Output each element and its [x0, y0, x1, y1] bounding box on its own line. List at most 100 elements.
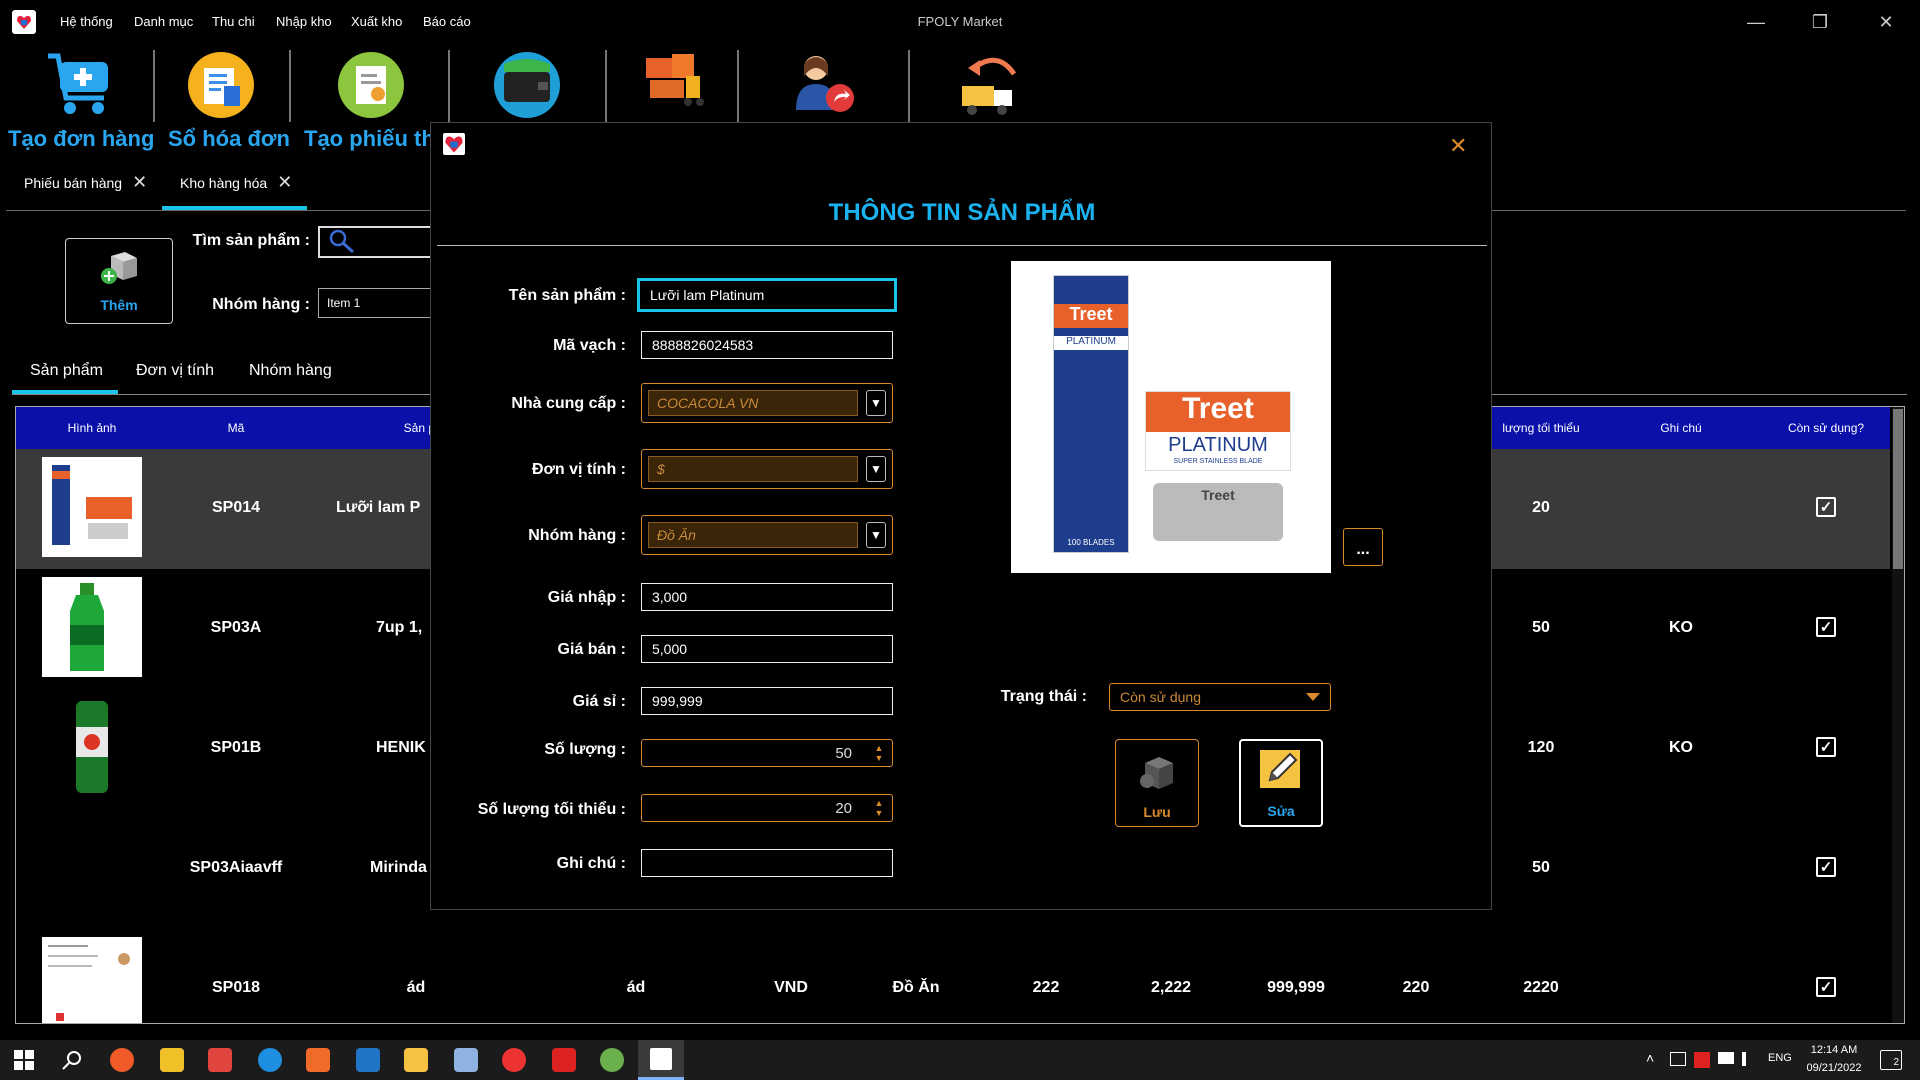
tray-icon[interactable] [1670, 1052, 1686, 1066]
chevron-up-icon[interactable]: ˄ [1646, 1050, 1654, 1066]
menu-thu-chi[interactable]: Thu chi [212, 14, 255, 29]
min-qty-label: Số lượng tối thiểu : [477, 801, 626, 818]
edit-button[interactable]: Sửa [1239, 739, 1323, 827]
active-checkbox[interactable]: ✓ [1816, 977, 1836, 997]
product-thumbnail [42, 937, 142, 1023]
tab-kho-hang-hoa[interactable]: Kho hàng hóa ✕ [180, 172, 292, 193]
active-checkbox[interactable]: ✓ [1816, 497, 1836, 517]
cell-min-qty: 2220 [1523, 979, 1559, 996]
language-indicator[interactable]: ENG [1768, 1052, 1792, 1064]
clock-date[interactable]: 09/21/2022 [1800, 1062, 1868, 1074]
barcode-input[interactable]: 8888826024583 [641, 331, 893, 359]
toolbar-separator [289, 50, 291, 122]
qty-stepper[interactable]: 50 ▲ ▼ [641, 739, 893, 767]
cell-name: ád [406, 979, 426, 996]
close-window-button[interactable]: ✕ [1866, 8, 1906, 36]
tab-san-pham[interactable]: Sản phẩm [30, 362, 103, 380]
brand-text: Treet [1146, 392, 1290, 432]
cell-code: SP01B [210, 739, 262, 756]
tab-don-vi-tinh[interactable]: Đơn vị tính [136, 362, 214, 380]
toolbar-return[interactable] [958, 52, 1024, 118]
toolbar-create-order[interactable]: Tạo đơn hàng [6, 50, 154, 151]
menu-nhap-kho[interactable]: Nhập kho [276, 14, 332, 29]
cell-min-qty: 20 [1532, 499, 1550, 516]
scrollbar-thumb[interactable] [1893, 409, 1903, 569]
chevron-down-icon[interactable]: ▼ [866, 522, 886, 548]
volume-icon[interactable] [1742, 1052, 1758, 1066]
status-select[interactable]: Còn sử dụng [1109, 683, 1331, 711]
menu-he-thong[interactable]: Hệ thống [60, 14, 113, 29]
add-product-button[interactable]: Thêm [65, 238, 173, 324]
tab-close-icon[interactable]: ✕ [277, 172, 292, 193]
battery-icon[interactable] [1718, 1052, 1734, 1064]
restore-button[interactable]: ❐ [1800, 8, 1840, 36]
toolbar-warehouse[interactable] [640, 50, 710, 110]
toolbar-invoice-book[interactable]: Sổ hóa đơn [166, 50, 290, 151]
toolbar-label: Sổ hóa đơn [168, 126, 290, 151]
search-input[interactable] [318, 226, 448, 258]
chevron-down-icon[interactable]: ▼ [866, 390, 886, 416]
group-field-select[interactable]: Đồ Ăn ▼ [641, 515, 893, 555]
group-select[interactable]: Item 1 [318, 288, 448, 318]
col-header-note[interactable]: Ghi chú [1626, 421, 1736, 435]
fpoly-market-taskbar-button[interactable] [638, 1040, 684, 1080]
stepper-arrows-icon[interactable]: ▲ ▼ [872, 798, 886, 818]
product-name-input[interactable]: Lưỡi lam Platinum [637, 278, 897, 312]
app-icon[interactable] [306, 1048, 330, 1072]
vscode-icon[interactable] [356, 1048, 380, 1072]
col-header-active[interactable]: Còn sử dụng? [1766, 421, 1886, 435]
table-row[interactable]: SP018 ád ád VND Đồ Ăn 222 2,222 999,999 … [16, 929, 1890, 1023]
file-explorer-icon[interactable] [404, 1048, 428, 1072]
windows-start-icon[interactable] [14, 1050, 34, 1070]
browse-image-button[interactable]: ... [1343, 528, 1383, 566]
toolbar-wallet[interactable] [492, 50, 562, 120]
min-qty-stepper[interactable]: 20 ▲ ▼ [641, 794, 893, 822]
menu-bao-cao[interactable]: Báo cáo [423, 14, 471, 29]
supplier-select-value: COCACOLA VN [648, 390, 858, 416]
app-icon[interactable] [160, 1048, 184, 1072]
tab-close-icon[interactable]: ✕ [132, 172, 147, 193]
save-button[interactable]: Lưu [1115, 739, 1199, 827]
chrome-icon[interactable] [502, 1048, 526, 1072]
col-header-code[interactable]: Mã [176, 421, 296, 435]
app-icon[interactable] [454, 1048, 478, 1072]
price-input[interactable]: 5,000 [641, 635, 893, 663]
app-icon[interactable] [600, 1048, 624, 1072]
tab-nhom-hang[interactable]: Nhóm hàng [249, 362, 332, 380]
tab-phieu-ban-hang[interactable]: Phiếu bán hàng ✕ [24, 172, 147, 193]
group-label: Nhóm hàng : [212, 296, 310, 313]
app-icon[interactable] [110, 1048, 134, 1072]
chevron-down-icon[interactable]: ▼ [866, 456, 886, 482]
toolbar-separator [908, 50, 910, 122]
col-header-image[interactable]: Hình ảnh [42, 421, 142, 435]
unit-select[interactable]: $ ▼ [641, 449, 893, 489]
toolbar-separator [153, 50, 155, 122]
clock-time[interactable]: 12:14 AM [1804, 1044, 1864, 1056]
tray-icon[interactable] [1694, 1052, 1710, 1068]
menu-xuat-kho[interactable]: Xuất kho [351, 14, 402, 29]
dialog-close-button[interactable]: ✕ [1449, 133, 1467, 159]
active-checkbox[interactable]: ✓ [1816, 737, 1836, 757]
toolbar-create-receipt[interactable]: Tạo phiếu thu [302, 50, 448, 151]
wholesale-input[interactable]: 999,999 [641, 687, 893, 715]
wallet-icon [494, 52, 560, 118]
active-checkbox[interactable]: ✓ [1816, 857, 1836, 877]
stepper-arrows-icon[interactable]: ▲ ▼ [872, 743, 886, 763]
minimize-button[interactable]: — [1736, 8, 1776, 36]
search-icon[interactable] [62, 1050, 82, 1070]
supplier-select[interactable]: COCACOLA VN ▼ [641, 383, 893, 423]
note-input[interactable] [641, 849, 893, 877]
barcode-label: Mã vạch : [553, 337, 626, 354]
edge-browser-icon[interactable] [258, 1048, 282, 1072]
toolbar-label: Tạo phiếu thu [304, 126, 449, 151]
wps-office-icon[interactable] [552, 1048, 576, 1072]
notification-icon[interactable]: 2 [1880, 1050, 1902, 1070]
menu-danh-muc[interactable]: Danh mục [134, 14, 193, 29]
cost-input[interactable]: 3,000 [641, 583, 893, 611]
app-icon[interactable] [208, 1048, 232, 1072]
toolbar-user-share[interactable] [790, 50, 860, 116]
caret-down-icon [1306, 693, 1320, 701]
cell-price: 2,222 [1150, 979, 1192, 996]
active-checkbox[interactable]: ✓ [1816, 617, 1836, 637]
col-header-min-qty[interactable]: lượng tối thiểu [1486, 421, 1596, 435]
